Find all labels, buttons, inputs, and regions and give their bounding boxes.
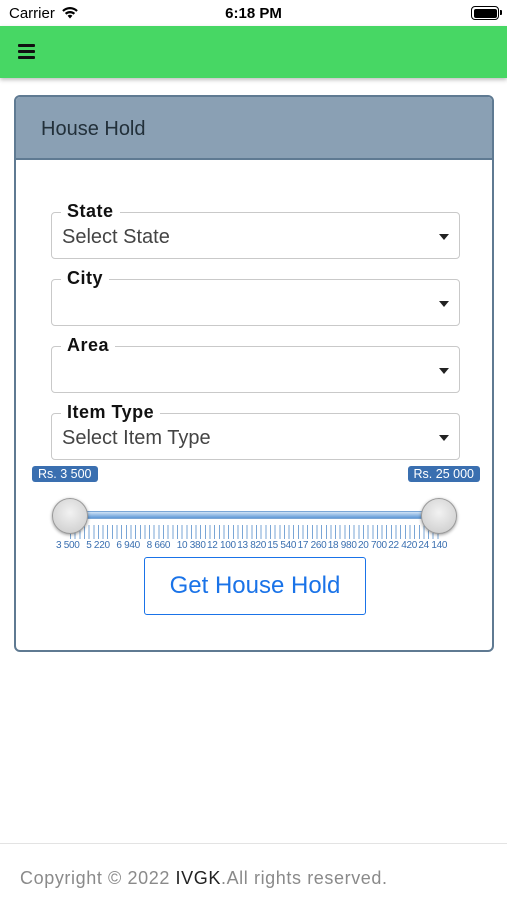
copyright-suffix: .All rights reserved.	[220, 868, 388, 888]
area-label: Area	[61, 335, 116, 355]
price-slider-track[interactable]	[69, 511, 441, 519]
slider-tick-label: 15 540	[267, 540, 297, 551]
household-card: House Hold State Select State City Area …	[14, 95, 494, 652]
copyright-prefix: Copyright © 2022	[20, 868, 176, 888]
slider-tick-label: 20 700	[358, 540, 387, 551]
chevron-down-icon	[439, 301, 449, 307]
footer-copyright: Copyright © 2022 IVGK.All rights reserve…	[20, 868, 388, 889]
max-price-badge: Rs. 25 000	[407, 466, 480, 482]
max-price-slider-handle[interactable]	[421, 498, 457, 534]
state-dropdown[interactable]: State Select State	[51, 201, 460, 259]
slider-tick-label: 10 380	[176, 540, 206, 551]
chevron-down-icon	[439, 234, 449, 240]
slider-tick-label: 5 220	[86, 540, 110, 551]
min-price-slider-handle[interactable]	[52, 498, 88, 534]
slider-tick-label: 3 500	[56, 540, 80, 551]
battery-icon	[471, 6, 502, 20]
chevron-down-icon	[439, 368, 449, 374]
city-dropdown[interactable]: City	[51, 268, 460, 326]
item-type-label: Item Type	[61, 402, 161, 422]
slider-tick-label: 8 660	[146, 540, 171, 551]
footer-divider	[0, 843, 507, 844]
hamburger-menu-icon[interactable]	[12, 36, 44, 68]
item-type-value: Select Item Type	[62, 427, 211, 449]
slider-tick-label: 12 100	[207, 540, 236, 551]
chevron-down-icon	[439, 435, 449, 441]
slider-tick-label: 24 140	[418, 540, 448, 551]
slider-tick-label: 18 980	[327, 540, 357, 551]
area-dropdown[interactable]: Area	[51, 335, 460, 393]
price-slider-tick-labels: 3 500 5 220 6 940 8 660 10 380 12 100 13 820 15…	[56, 540, 456, 552]
slider-tick-label: 6 940	[116, 540, 140, 551]
slider-tick-label: 17 260	[297, 540, 327, 551]
status-bar: Carrier 6:18 PM	[0, 0, 507, 26]
state-value: Select State	[62, 226, 170, 248]
state-label: State	[61, 201, 120, 221]
card-title: House Hold	[41, 118, 146, 140]
slider-tick-label: 13 820	[237, 540, 266, 551]
get-household-button[interactable]: Get House Hold	[144, 557, 366, 615]
city-label: City	[61, 268, 110, 288]
card-header: House Hold	[16, 97, 492, 160]
copyright-brand: IVGK	[175, 868, 221, 888]
status-time: 6:18 PM	[225, 5, 282, 22]
app-bar	[0, 26, 507, 78]
min-price-badge: Rs. 3 500	[32, 466, 98, 482]
item-type-dropdown[interactable]: Item Type Select Item Type	[51, 402, 460, 460]
price-slider-ticks	[70, 525, 442, 539]
slider-tick-label: 22 420	[388, 540, 417, 551]
